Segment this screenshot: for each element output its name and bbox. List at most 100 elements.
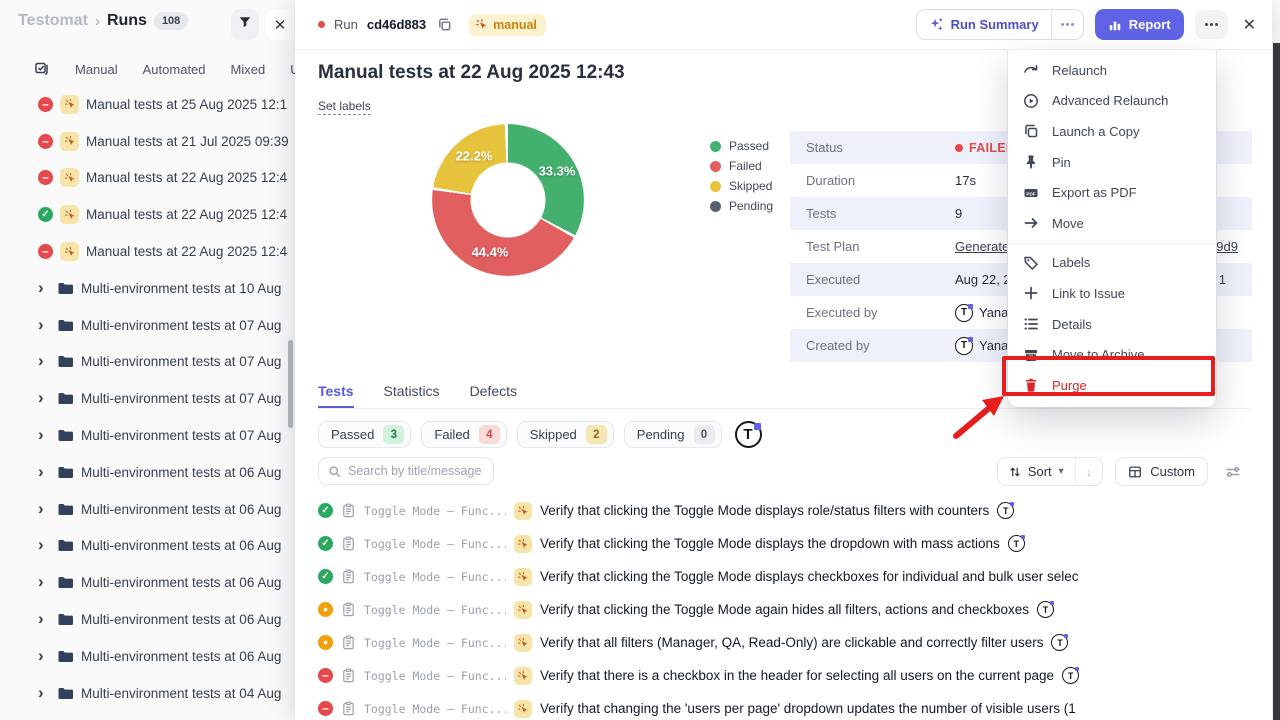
panel-close-button[interactable]: ✕	[1243, 15, 1256, 35]
chip-failed[interactable]: Failed4	[421, 421, 506, 448]
chevron-right-icon[interactable]: ›	[38, 389, 50, 406]
tab-automated[interactable]: Automated	[143, 62, 206, 77]
test-plan-link-end[interactable]: 9d9	[1216, 239, 1238, 254]
chevron-right-icon[interactable]: ›	[38, 316, 50, 333]
report-button[interactable]: Report	[1095, 9, 1184, 40]
run-list-item[interactable]: › Multi-environment tests at 10 Aug	[0, 270, 295, 307]
report-label: Report	[1129, 17, 1171, 32]
folder-icon	[57, 538, 74, 553]
run-list-item[interactable]: › Manual tests at 22 Aug 2025 12:4	[0, 160, 295, 197]
menu-item-launch-copy[interactable]: Launch a Copy	[1008, 116, 1216, 147]
tab-statistics[interactable]: Statistics	[384, 383, 440, 408]
run-list-item[interactable]: › Multi-environment tests at 04 Aug	[0, 675, 295, 712]
menu-item-advanced-relaunch[interactable]: Advanced Relaunch	[1008, 86, 1216, 117]
run-summary-more-button[interactable]	[1051, 10, 1083, 39]
set-labels-link[interactable]: Set labels	[318, 99, 371, 115]
chevron-right-icon[interactable]: ›	[38, 463, 50, 480]
run-actions-menu-button[interactable]	[1195, 10, 1228, 39]
run-list-item[interactable]: › Multi-environment tests at 07 Aug	[0, 307, 295, 344]
run-list-item[interactable]: › Multi-environment tests at 07 Aug	[0, 344, 295, 381]
legend-dot	[710, 201, 721, 212]
menu-item-link-issue[interactable]: Link to Issue	[1008, 278, 1216, 309]
relaunch-icon	[1023, 62, 1039, 78]
tab-defects[interactable]: Defects	[470, 383, 517, 408]
custom-columns-button[interactable]: Custom	[1115, 457, 1208, 486]
chevron-down-icon: ▾	[1059, 466, 1064, 477]
sort-direction-button[interactable]: ↓	[1075, 458, 1103, 485]
list-controls: Sort ▾ ↓ Custom	[997, 457, 1246, 486]
runs-count-badge: 108	[154, 12, 188, 30]
run-list-item-label: Multi-environment tests at 06 Aug	[81, 538, 281, 553]
chevron-right-icon[interactable]: ›	[38, 647, 50, 664]
chevron-right-icon[interactable]: ›	[38, 279, 50, 296]
test-row[interactable]: Toggle Mode — Func... Verify that clicki…	[318, 560, 1272, 593]
chip-pending[interactable]: Pending0	[624, 421, 722, 448]
test-status-icon	[318, 635, 333, 650]
run-type-tabs: Manual Automated Mixed U	[34, 60, 300, 79]
run-list-item[interactable]: › Multi-environment tests at 06 Aug	[0, 601, 295, 638]
failed-count-badge: 4	[479, 425, 500, 444]
menu-item-move[interactable]: Move	[1008, 208, 1216, 239]
user-avatar: T	[955, 304, 973, 322]
menu-item-details[interactable]: Details	[1008, 309, 1216, 340]
filter-button[interactable]	[231, 9, 259, 40]
tab-tests[interactable]: Tests	[318, 383, 354, 408]
run-list-item[interactable]: › Multi-environment tests at 06 Aug	[0, 564, 295, 601]
run-list: › Manual tests at 25 Aug 2025 12:1 › Man…	[0, 86, 295, 720]
test-status-icon	[318, 536, 333, 551]
run-list-item-label: Multi-environment tests at 06 Aug	[81, 575, 281, 590]
test-row[interactable]: Toggle Mode — Func... Verify that there …	[318, 659, 1272, 692]
run-list-item[interactable]: › Manual tests at 25 Aug 2025 12:1	[0, 86, 295, 123]
run-list-item[interactable]: › Multi-environment tests at 06 Aug	[0, 638, 295, 675]
chevron-right-icon[interactable]: ›	[38, 426, 50, 443]
menu-item-relaunch[interactable]: Relaunch	[1008, 55, 1216, 86]
copy-icon[interactable]	[437, 17, 452, 32]
run-list-item[interactable]: › Multi-environment tests at 07 Aug	[0, 380, 295, 417]
run-list-item[interactable]: › Multi-environment tests at 06 Aug	[0, 491, 295, 528]
sort-button[interactable]: Sort ▾	[998, 458, 1075, 485]
run-list-item[interactable]: › Multi-environment tests at 06 Aug	[0, 454, 295, 491]
chip-skipped[interactable]: Skipped2	[517, 421, 614, 448]
sidebar-close-button[interactable]: ✕	[266, 9, 294, 40]
menu-item-pin[interactable]: Pin	[1008, 147, 1216, 178]
tab-mixed[interactable]: Mixed	[231, 62, 266, 77]
run-summary-button[interactable]: Run Summary	[917, 10, 1051, 39]
run-list-item[interactable]: › Multi-environment tests at 07 Aug	[0, 417, 295, 454]
chip-passed[interactable]: Passed3	[318, 421, 411, 448]
test-row[interactable]: Toggle Mode — Func... Verify that clicki…	[318, 527, 1272, 560]
sidebar-scrollbar[interactable]	[288, 340, 293, 428]
chevron-right-icon[interactable]: ›	[38, 684, 50, 701]
run-list-item-label: Multi-environment tests at 06 Aug	[81, 465, 281, 480]
adjustments-icon[interactable]	[1220, 458, 1246, 485]
run-list-item-label: Multi-environment tests at 07 Aug	[81, 318, 281, 333]
run-list-item[interactable]: › Manual tests at 21 Jul 2025 09:39	[0, 123, 295, 160]
clipboard-icon	[341, 602, 356, 617]
chevron-right-icon[interactable]: ›	[38, 610, 50, 627]
test-plan-link[interactable]: Generate	[955, 239, 1009, 254]
legend-dot	[710, 141, 721, 152]
chevron-right-icon[interactable]: ›	[38, 573, 50, 590]
legend-item: Skipped	[710, 179, 773, 193]
select-all-icon[interactable]	[34, 60, 50, 79]
run-list-item[interactable]: › Manual tests at 22 Aug 2025 12:4	[0, 196, 295, 233]
run-status-icon	[38, 134, 53, 149]
run-list-item-label: Manual tests at 21 Jul 2025 09:39	[86, 134, 289, 149]
run-list-item[interactable]: › Multi-environment tests at 06 Aug	[0, 528, 295, 565]
slice-label-skipped: 22.2%	[456, 149, 493, 164]
menu-item-labels[interactable]: Labels	[1008, 248, 1216, 279]
test-row[interactable]: Toggle Mode — Func... Verify that changi…	[318, 692, 1272, 720]
tab-manual[interactable]: Manual	[75, 62, 118, 77]
chevron-right-icon[interactable]: ›	[38, 500, 50, 517]
test-row[interactable]: Toggle Mode — Func... Verify that all fi…	[318, 626, 1272, 659]
run-list-item[interactable]: › Manual tests at 22 Aug 2025 12:4	[0, 233, 295, 270]
chevron-right-icon[interactable]: ›	[38, 352, 50, 369]
menu-item-export-pdf[interactable]: PDF Export as PDF	[1008, 177, 1216, 208]
testomat-id-toggle[interactable]: T	[735, 421, 762, 448]
run-status-icon	[38, 97, 53, 112]
manual-badge[interactable]: manual	[469, 14, 546, 36]
chevron-right-icon[interactable]: ›	[38, 536, 50, 553]
list-icon	[1023, 316, 1039, 332]
test-row[interactable]: Toggle Mode — Func... Verify that clicki…	[318, 494, 1272, 527]
search-input[interactable]	[348, 464, 484, 478]
test-row[interactable]: Toggle Mode — Func... Verify that clicki…	[318, 593, 1272, 626]
